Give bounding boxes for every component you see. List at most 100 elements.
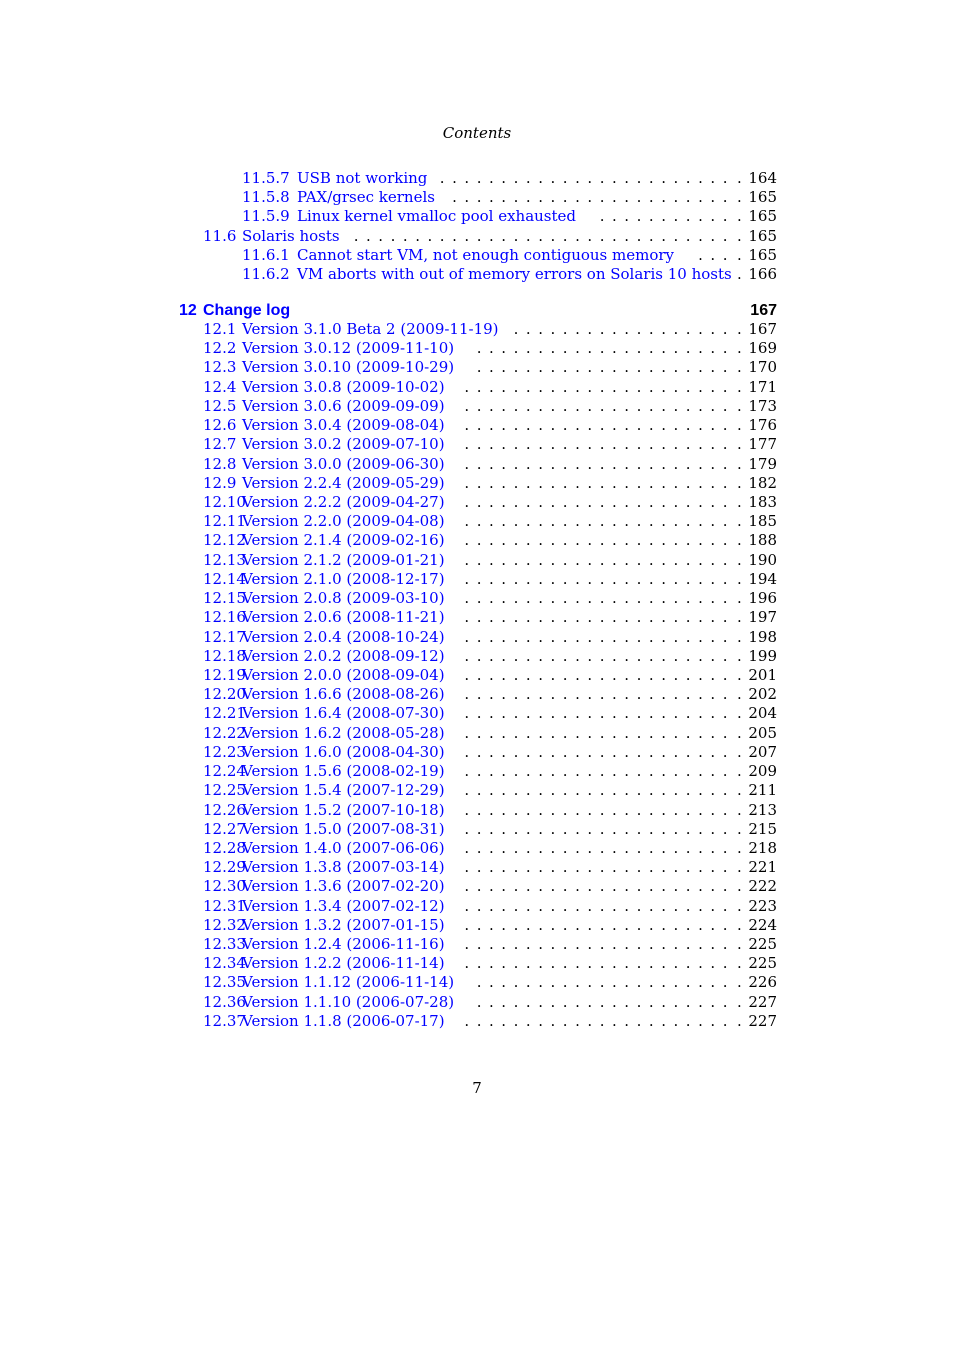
toc-entry-number[interactable]: 12.16 — [203, 608, 246, 627]
toc-entry-title[interactable]: Version 2.2.4 (2009-05-29) — [242, 474, 445, 493]
toc-entry[interactable]: 12.27 Version 1.5.0 (2007-08-31) 215......… — [0, 820, 777, 839]
toc-entry-page[interactable]: 182 — [737, 474, 777, 493]
toc-entry-title[interactable]: Version 1.5.0 (2007-08-31) — [242, 820, 445, 839]
toc-entry-number[interactable]: 11.6 — [203, 227, 236, 246]
toc-entry-number[interactable]: 12.31 — [203, 897, 246, 916]
toc-entry-page[interactable]: 173 — [737, 397, 777, 416]
toc-entry-title[interactable]: Version 1.4.0 (2007-06-06) — [242, 839, 445, 858]
toc-entry-title[interactable]: Version 2.0.8 (2009-03-10) — [242, 589, 445, 608]
toc-entry-page[interactable]: 165 — [737, 246, 777, 265]
toc-entry-page[interactable]: 211 — [737, 781, 777, 800]
toc-entry-number[interactable]: 12.3 — [203, 358, 236, 377]
toc-entry-number[interactable]: 12.29 — [203, 858, 246, 877]
toc-entry-page[interactable]: 170 — [737, 358, 777, 377]
toc-entry[interactable]: 11.6 Solaris hosts 165....................… — [0, 227, 777, 246]
toc-entry[interactable]: 12.15 Version 2.0.8 (2009-03-10) 196......… — [0, 589, 777, 608]
toc-entry-title[interactable]: Version 1.1.12 (2006-11-14) — [242, 973, 454, 992]
toc-entry-number[interactable]: 12.34 — [203, 954, 246, 973]
toc-entry-title[interactable]: Version 2.0.0 (2008-09-04) — [242, 666, 445, 685]
toc-entry[interactable]: 12.37 Version 1.1.8 (2006-07-17) 227......… — [0, 1012, 777, 1031]
toc-entry-number[interactable]: 11.5.9 — [242, 207, 290, 226]
toc-entry[interactable]: 12.11 Version 2.2.0 (2009-04-08) 185......… — [0, 512, 777, 531]
toc-entry-page[interactable]: 204 — [737, 704, 777, 723]
toc-entry-page[interactable]: 165 — [737, 207, 777, 226]
toc-entry-title[interactable]: Version 3.0.2 (2009-07-10) — [242, 435, 445, 454]
toc-entry-page[interactable]: 176 — [737, 416, 777, 435]
toc-entry-title[interactable]: Change log — [203, 301, 290, 320]
toc-entry-page[interactable]: 209 — [737, 762, 777, 781]
toc-entry-page[interactable]: 205 — [737, 724, 777, 743]
toc-entry[interactable]: 12.24 Version 1.5.6 (2008-02-19) 209......… — [0, 762, 777, 781]
toc-entry-title[interactable]: Version 2.0.6 (2008-11-21) — [242, 608, 445, 627]
toc-entry-title[interactable]: Version 2.1.4 (2009-02-16) — [242, 531, 445, 550]
toc-entry-page[interactable]: 222 — [737, 877, 777, 896]
toc-entry-title[interactable]: Version 1.1.8 (2006-07-17) — [242, 1012, 445, 1031]
toc-entry-number[interactable]: 12.7 — [203, 435, 236, 454]
toc-entry-number[interactable]: 12.25 — [203, 781, 246, 800]
toc-entry-title[interactable]: Version 1.6.4 (2008-07-30) — [242, 704, 445, 723]
toc-entry[interactable]: 12.17 Version 2.0.4 (2008-10-24) 198......… — [0, 628, 777, 647]
toc-entry-page[interactable]: 225 — [737, 935, 777, 954]
toc-entry[interactable]: 12.6 Version 3.0.4 (2009-08-04) 176.......… — [0, 416, 777, 435]
toc-entry[interactable]: 12.1 Version 3.1.0 Beta 2 (2009-11-19) 167… — [0, 320, 777, 339]
toc-entry-number[interactable]: 12 — [179, 301, 197, 320]
toc-entry-page[interactable]: 196 — [737, 589, 777, 608]
toc-entry-number[interactable]: 12.6 — [203, 416, 236, 435]
toc-entry-number[interactable]: 11.6.2 — [242, 265, 290, 284]
toc-entry-title[interactable]: Version 1.3.2 (2007-01-15) — [242, 916, 445, 935]
toc-entry-page[interactable]: 171 — [737, 378, 777, 397]
toc-entry[interactable]: 12.28 Version 1.4.0 (2007-06-06) 218......… — [0, 839, 777, 858]
toc-entry-page[interactable]: 215 — [737, 820, 777, 839]
toc-entry-title[interactable]: Version 1.6.2 (2008-05-28) — [242, 724, 445, 743]
toc-entry[interactable]: 11.6.2 VM aborts with out of memory error… — [0, 265, 777, 284]
toc-entry-number[interactable]: 12.35 — [203, 973, 246, 992]
toc-entry-number[interactable]: 12.10 — [203, 493, 246, 512]
toc-entry-number[interactable]: 12.12 — [203, 531, 246, 550]
toc-entry[interactable]: 11.6.1 Cannot start VM, not enough contig… — [0, 246, 777, 265]
toc-entry[interactable]: 12.31 Version 1.3.4 (2007-02-12) 223......… — [0, 897, 777, 916]
toc-entry[interactable]: 12.29 Version 1.3.8 (2007-03-14) 221......… — [0, 858, 777, 877]
toc-entry-title[interactable]: Version 3.0.8 (2009-10-02) — [242, 378, 445, 397]
toc-entry-number[interactable]: 12.20 — [203, 685, 246, 704]
toc-entry-page[interactable]: 165 — [737, 227, 777, 246]
toc-entry[interactable]: 11.5.9 Linux kernel vmalloc pool exhauste… — [0, 207, 777, 226]
toc-entry[interactable]: 12.2 Version 3.0.12 (2009-11-10) 169......… — [0, 339, 777, 358]
toc-chapter-entry[interactable]: 12 Change log 167 — [0, 301, 777, 320]
toc-entry-page[interactable]: 169 — [737, 339, 777, 358]
toc-entry-page[interactable]: 221 — [737, 858, 777, 877]
toc-entry-title[interactable]: Version 2.1.2 (2009-01-21) — [242, 551, 445, 570]
toc-entry-title[interactable]: Version 1.2.2 (2006-11-14) — [242, 954, 445, 973]
toc-entry[interactable]: 12.21 Version 1.6.4 (2008-07-30) 204......… — [0, 704, 777, 723]
toc-entry-page[interactable]: 177 — [737, 435, 777, 454]
toc-entry[interactable]: 12.13 Version 2.1.2 (2009-01-21) 190......… — [0, 551, 777, 570]
toc-entry-title[interactable]: Cannot start VM, not enough contiguous m… — [297, 246, 674, 265]
toc-entry-number[interactable]: 12.2 — [203, 339, 236, 358]
toc-entry-number[interactable]: 12.27 — [203, 820, 246, 839]
toc-entry-title[interactable]: Version 3.0.12 (2009-11-10) — [242, 339, 454, 358]
toc-entry-page[interactable]: 179 — [737, 455, 777, 474]
toc-entry-title[interactable]: Version 1.3.4 (2007-02-12) — [242, 897, 445, 916]
toc-entry-number[interactable]: 12.8 — [203, 455, 236, 474]
toc-entry-number[interactable]: 12.23 — [203, 743, 246, 762]
toc-entry[interactable]: 12.32 Version 1.3.2 (2007-01-15) 224......… — [0, 916, 777, 935]
toc-entry-number[interactable]: 12.30 — [203, 877, 246, 896]
toc-entry-number[interactable]: 12.28 — [203, 839, 246, 858]
toc-entry-number[interactable]: 12.24 — [203, 762, 246, 781]
toc-entry[interactable]: 12.9 Version 2.2.4 (2009-05-29) 182.......… — [0, 474, 777, 493]
toc-entry[interactable]: 12.16 Version 2.0.6 (2008-11-21) 197......… — [0, 608, 777, 627]
toc-entry-title[interactable]: Version 3.0.0 (2009-06-30) — [242, 455, 445, 474]
toc-entry[interactable]: 12.34 Version 1.2.2 (2006-11-14) 225......… — [0, 954, 777, 973]
toc-entry-page[interactable]: 207 — [737, 743, 777, 762]
toc-entry[interactable]: 12.26 Version 1.5.2 (2007-10-18) 213......… — [0, 801, 777, 820]
toc-entry-title[interactable]: VM aborts with out of memory errors on S… — [297, 265, 732, 284]
toc-entry-number[interactable]: 12.22 — [203, 724, 246, 743]
toc-entry-title[interactable]: Version 2.0.4 (2008-10-24) — [242, 628, 445, 647]
toc-entry-number[interactable]: 12.33 — [203, 935, 246, 954]
toc-entry-page[interactable]: 188 — [737, 531, 777, 550]
toc-entry-page[interactable]: 183 — [737, 493, 777, 512]
toc-entry-page[interactable]: 166 — [737, 265, 777, 284]
toc-entry[interactable]: 12.33 Version 1.2.4 (2006-11-16) 225......… — [0, 935, 777, 954]
toc-entry-number[interactable]: 12.18 — [203, 647, 246, 666]
toc-entry-title[interactable]: Version 2.1.0 (2008-12-17) — [242, 570, 445, 589]
toc-entry-number[interactable]: 12.32 — [203, 916, 246, 935]
